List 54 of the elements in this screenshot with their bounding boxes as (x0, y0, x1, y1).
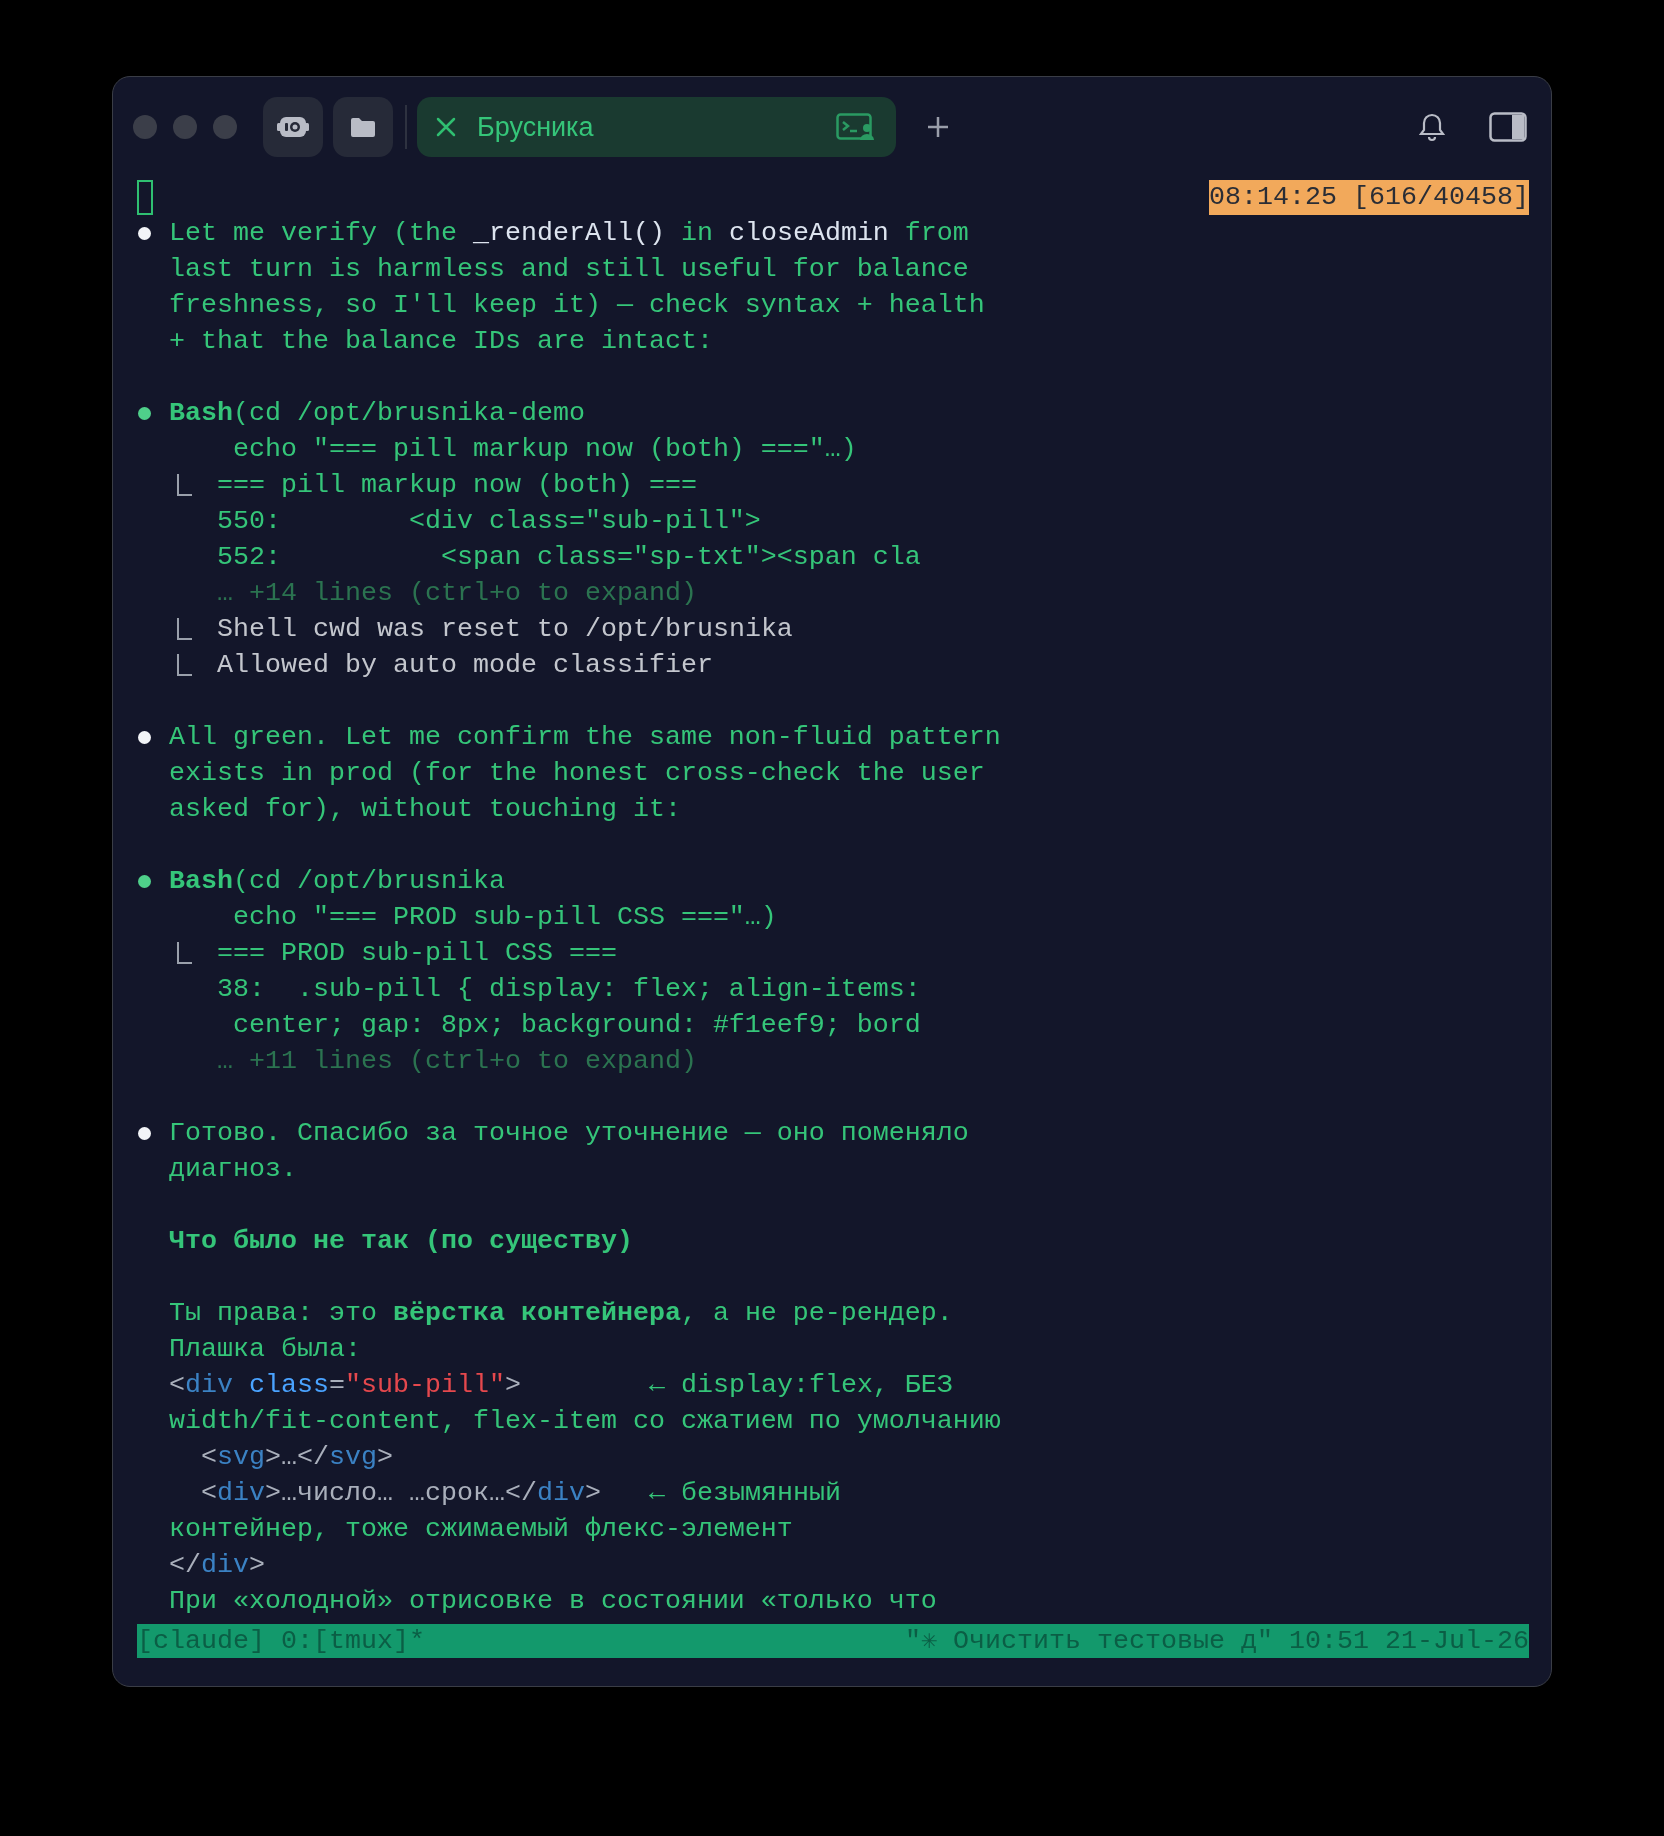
terminal-line: 38: .sub-pill { display: flex; align-items: (216, 973, 921, 1006)
session-label: [claude] 0:[tmux]* (137, 1625, 425, 1658)
result-corner-icon (177, 474, 193, 496)
result-corner-icon (177, 942, 193, 964)
folder-button[interactable] (333, 97, 393, 157)
tool-call: Bash(cd /opt/brusnika-demo (169, 397, 585, 430)
terminal-line: echo "=== PROD sub-pill CSS ==="…) (232, 901, 777, 934)
plus-icon[interactable] (926, 115, 950, 139)
terminal-line: <svg>…</svg> (200, 1441, 393, 1474)
folder-icon (350, 116, 376, 138)
terminal-line: echo "=== pill markup now (both) ==="…) (232, 433, 857, 466)
terminal-line: контейнер, тоже сжимаемый флекс-элемент (169, 1513, 793, 1546)
terminal-line: диагноз. (169, 1153, 297, 1186)
terminal-user-icon (836, 113, 876, 141)
terminal-line: Плашка была: (169, 1333, 361, 1366)
tab-title: Брусника (477, 110, 594, 144)
terminal-line: … +11 lines (ctrl+o to expand) (216, 1045, 697, 1078)
tool-output: Shell cwd was reset to /opt/brusnika (217, 613, 793, 646)
terminal-line: <div>…число… …срок…</div> ← безымянный (200, 1477, 841, 1510)
terminal-line: + that the balance IDs are intact: (169, 325, 713, 358)
message-bullet (138, 226, 151, 240)
message-bullet (138, 730, 151, 744)
terminal-line: 552: <span class="sp-txt"><span cla (216, 541, 921, 574)
terminal-line: Что было не так (по существу) (169, 1225, 633, 1258)
sidebar-toggle-icon[interactable] (1489, 112, 1527, 142)
message-bullet (138, 1126, 151, 1140)
message-text: All green. Let me confirm the same non-fluid pattern (169, 721, 1001, 754)
tool-call: Bash(cd /opt/brusnika (169, 865, 505, 898)
terminal-line: </div> (169, 1549, 265, 1582)
close-icon[interactable] (435, 116, 457, 138)
terminal-line: width/fit-content, flex-item со сжатием по умолчанию (169, 1405, 1001, 1438)
terminal-line: asked for), without touching it: (169, 793, 681, 826)
terminal-line: 550: <div class="sub-pill"> (216, 505, 761, 538)
terminal-line: <div class="sub-pill"> ← display:flex, БЕЗ (169, 1369, 953, 1402)
bell-icon[interactable] (1419, 112, 1445, 142)
tool-output: === PROD sub-pill CSS === (217, 937, 617, 970)
terminal-line: … +14 lines (ctrl+o to expand) (216, 577, 697, 610)
result-corner-icon (177, 654, 193, 676)
text-cursor (137, 179, 153, 215)
terminal-line: Ты права: это вёрстка контейнера, а не ре-рендер. (169, 1297, 953, 1330)
status-info: "✳ Очистить тестовые д" 10:51 21-Jul-26 (905, 1625, 1529, 1658)
terminal-line: center; gap: 8px; background: #f1eef9; bord (232, 1009, 921, 1042)
terminal-line: При «холодной» отрисовке в состоянии «только что (169, 1585, 937, 1618)
tool-output: Allowed by auto mode classifier (217, 649, 713, 682)
terminal-line: last turn is harmless and still useful for balance (169, 253, 969, 286)
terminal-line: exists in prod (for the honest cross-check the user (169, 757, 985, 790)
timestamp: 08:14:25 [616/40458] (1209, 179, 1529, 215)
message-text: Готово. Спасибо за точное уточнение — оно поменяло (169, 1117, 969, 1150)
message-text: Let me verify (the _renderAll() in closeAdmin from (169, 217, 969, 250)
terminal-tab[interactable]: Брусника (417, 97, 896, 157)
result-corner-icon (177, 618, 193, 640)
tool-output: === pill markup now (both) === (217, 469, 697, 502)
robot-button[interactable] (263, 97, 323, 157)
terminal-line: freshness, so I'll keep it) — check syntax + health (169, 289, 985, 322)
